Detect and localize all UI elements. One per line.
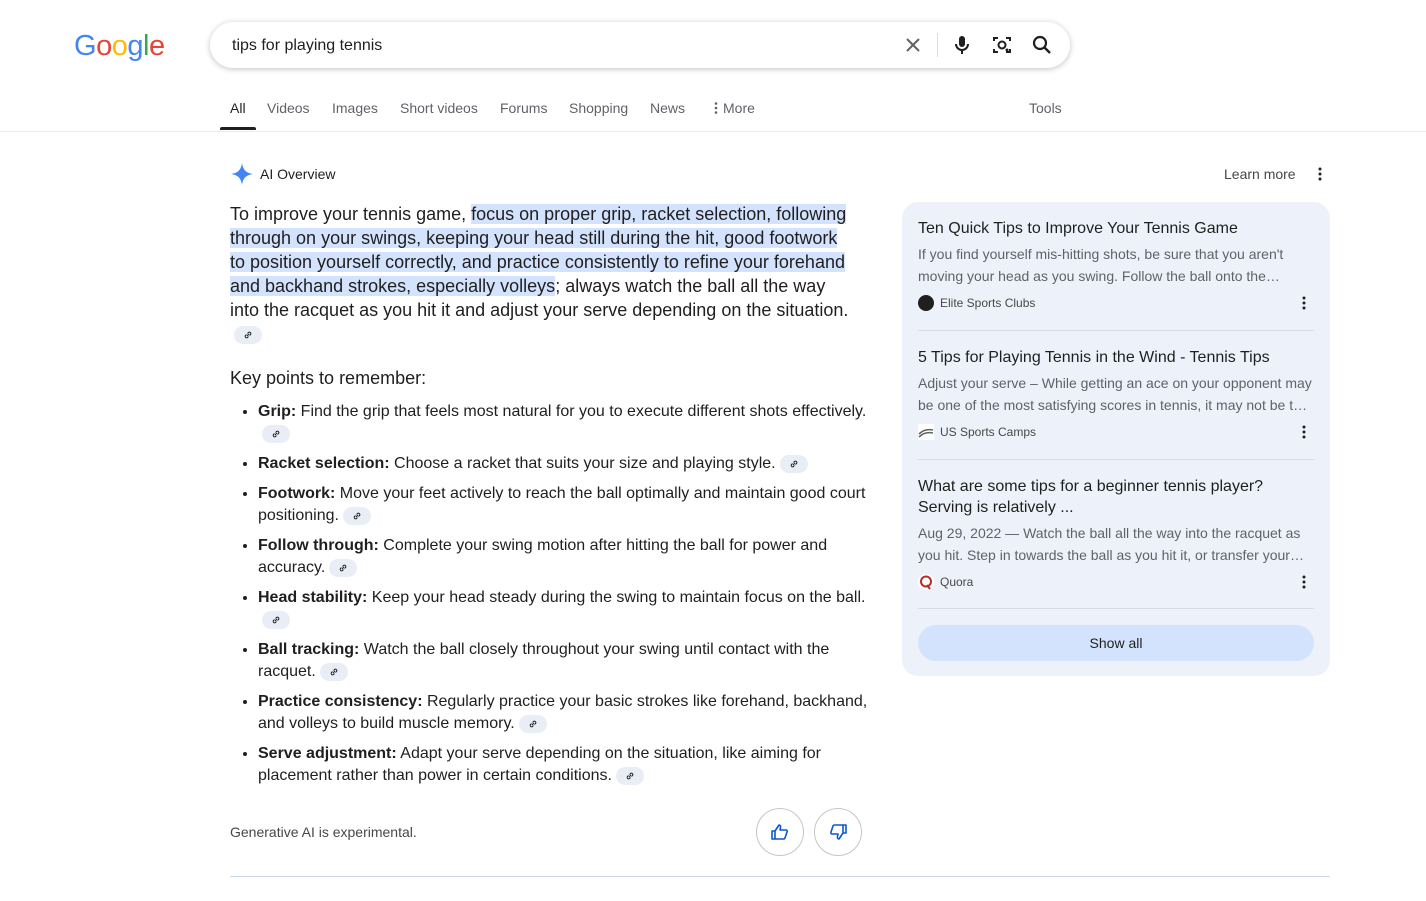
more-options-icon[interactable] (1312, 166, 1328, 182)
microphone-icon[interactable] (950, 33, 974, 57)
summary-prefix: To improve your tennis game, (230, 204, 472, 224)
tab-news[interactable]: News (650, 100, 685, 116)
key-point-term: Footwork: (258, 485, 336, 502)
source-attribution: Quora (918, 572, 1314, 592)
search-box (210, 22, 1070, 70)
source-snippet: If you find yourself mis-hitting shots, … (918, 246, 1284, 284)
tab-images[interactable]: Images (332, 100, 378, 116)
tab-videos[interactable]: Videos (267, 100, 310, 116)
citation-link-icon[interactable] (262, 610, 290, 629)
list-item: Serve adjustment: Adapt your serve depen… (258, 743, 878, 787)
tab-more-label: More (723, 100, 755, 116)
source-snippet: Aug 29, 2022 — Watch the ball all the wa… (918, 525, 1304, 563)
tools-button[interactable]: Tools (1029, 100, 1062, 116)
source-title[interactable]: Ten Quick Tips to Improve Your Tennis Ga… (918, 218, 1314, 239)
thumbs-up-button[interactable] (756, 808, 804, 856)
list-item: Follow through: Complete your swing moti… (258, 535, 878, 579)
thumbs-up-icon (771, 824, 788, 840)
more-options-icon[interactable] (1296, 424, 1312, 440)
key-point-term: Follow through: (258, 537, 379, 554)
thumbs-down-icon (830, 824, 847, 840)
card-divider (918, 608, 1314, 609)
citation-link-icon[interactable] (518, 714, 547, 733)
section-divider (230, 876, 1330, 877)
google-logo[interactable]: Google (74, 30, 165, 63)
more-options-icon[interactable] (1296, 574, 1312, 590)
search-divider (937, 33, 938, 57)
source-snippet: Adjust your serve – While getting an ace… (918, 375, 1312, 413)
key-point-term: Racket selection: (258, 455, 390, 472)
logo-letter: e (148, 30, 165, 62)
quora-favicon-icon (918, 574, 934, 590)
logo-letter: G (74, 30, 97, 62)
source-card[interactable]: Ten Quick Tips to Improve Your Tennis Ga… (918, 218, 1314, 313)
source-title[interactable]: 5 Tips for Playing Tennis in the Wind - … (918, 347, 1314, 368)
lens-camera-icon[interactable] (990, 33, 1014, 57)
list-item: Racket selection: Choose a racket that s… (258, 453, 878, 475)
list-item: Ball tracking: Watch the ball closely th… (258, 639, 878, 683)
tab-more[interactable]: More (713, 100, 755, 116)
key-point-text: Choose a racket that suits your size and… (389, 455, 776, 472)
learn-more-link[interactable]: Learn more (1224, 166, 1296, 182)
citation-link-icon[interactable] (342, 506, 371, 525)
key-point-text: Find the grip that feels most natural fo… (296, 403, 867, 420)
source-title[interactable]: What are some tips for a beginner tennis… (918, 476, 1314, 518)
search-input[interactable] (230, 22, 874, 70)
list-item: Practice consistency: Regularly practice… (258, 691, 878, 735)
source-card[interactable]: 5 Tips for Playing Tennis in the Wind - … (918, 347, 1314, 442)
key-point-term: Practice consistency: (258, 693, 423, 710)
sparkle-icon (231, 163, 253, 185)
search-tabs: All Videos Images Short videos Forums Sh… (0, 90, 1426, 132)
logo-letter: o (111, 30, 128, 62)
card-divider (918, 459, 1314, 460)
logo-letter: o (96, 30, 112, 62)
key-points-list: Grip: Find the grip that feels most natu… (230, 401, 878, 795)
source-name: Quora (940, 575, 974, 589)
tab-short-videos[interactable]: Short videos (400, 100, 478, 116)
us-sports-camps-favicon-icon (918, 424, 934, 440)
source-name: Elite Sports Clubs (940, 296, 1036, 310)
source-name: US Sports Camps (940, 425, 1037, 439)
ai-summary: To improve your tennis game, focus on pr… (230, 202, 850, 346)
sources-panel: Ten Quick Tips to Improve Your Tennis Ga… (902, 202, 1330, 676)
thumbs-down-button[interactable] (814, 808, 862, 856)
list-item: Grip: Find the grip that feels most natu… (258, 401, 878, 445)
citation-link-icon[interactable] (329, 558, 358, 577)
more-vert-icon (714, 102, 718, 114)
list-item: Footwork: Move your feet actively to rea… (258, 483, 878, 527)
citation-link-icon[interactable] (319, 662, 348, 681)
tab-forums[interactable]: Forums (500, 100, 547, 116)
citation-link-icon[interactable] (234, 326, 262, 345)
ai-overview-title: AI Overview (260, 166, 336, 182)
active-tab-indicator (220, 127, 256, 130)
key-point-text: Keep your head steady during the swing t… (367, 589, 866, 606)
clear-icon[interactable] (901, 33, 925, 57)
source-card[interactable]: What are some tips for a beginner tennis… (918, 476, 1314, 592)
key-point-term: Ball tracking: (258, 641, 360, 658)
citation-link-icon[interactable] (615, 766, 644, 785)
elite-sports-favicon-icon (918, 295, 934, 311)
more-options-icon[interactable] (1296, 295, 1312, 311)
search-icon[interactable] (1030, 33, 1054, 57)
tab-shopping[interactable]: Shopping (569, 100, 628, 116)
show-all-button[interactable]: Show all (918, 625, 1314, 661)
key-point-term: Serve adjustment: (258, 745, 397, 762)
key-points-title: Key points to remember: (230, 368, 427, 388)
list-item: Head stability: Keep your head steady du… (258, 587, 878, 631)
citation-link-icon[interactable] (262, 424, 290, 443)
key-point-term: Head stability: (258, 589, 368, 606)
logo-letter: g (127, 30, 143, 62)
key-point-term: Grip: (258, 403, 297, 420)
tab-all[interactable]: All (230, 100, 246, 116)
card-divider (918, 330, 1314, 331)
source-attribution: Elite Sports Clubs (918, 293, 1314, 313)
source-attribution: US Sports Camps (918, 422, 1314, 442)
generative-ai-disclaimer: Generative AI is experimental. (230, 824, 417, 840)
citation-link-icon[interactable] (779, 454, 808, 473)
